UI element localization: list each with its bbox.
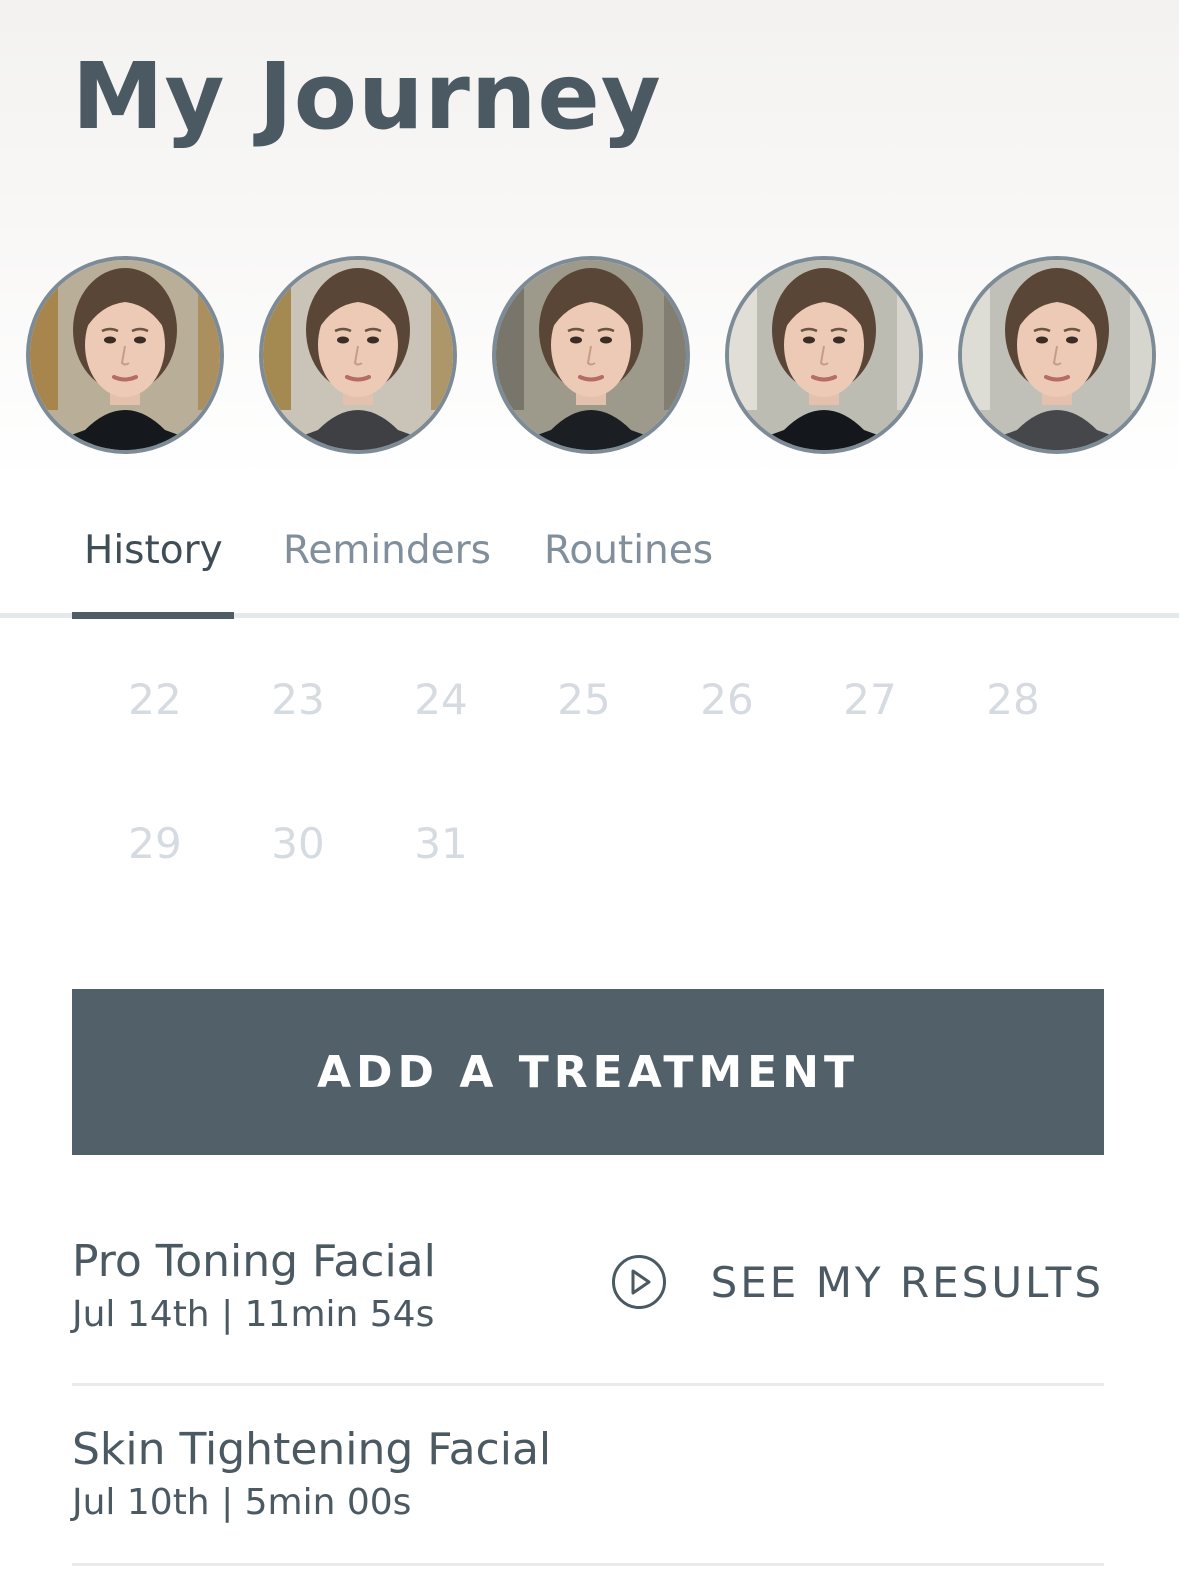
treatment-name: Skin Tightening Facial [72, 1424, 552, 1475]
calendar-day[interactable]: 24 [391, 675, 491, 724]
see-my-results-button[interactable]: SEE MY RESULTS [611, 1254, 1104, 1310]
list-divider [72, 1563, 1104, 1566]
portrait-image [729, 260, 919, 450]
see-my-results-label: SEE MY RESULTS [710, 1257, 1104, 1307]
calendar-day[interactable]: 29 [105, 819, 205, 868]
page-title: My Journey [72, 43, 662, 150]
photo-strip [0, 256, 1179, 456]
calendar-day[interactable]: 25 [534, 675, 634, 724]
tab-routines[interactable]: Routines [544, 528, 713, 573]
portrait-image [962, 260, 1152, 450]
calendar-day[interactable]: 26 [677, 675, 777, 724]
list-divider [72, 1383, 1104, 1386]
active-tab-indicator [72, 612, 234, 619]
tab-reminders[interactable]: Reminders [283, 528, 491, 573]
progress-photo-3[interactable] [492, 256, 690, 454]
portrait-image [263, 260, 453, 450]
progress-photo-4[interactable] [725, 256, 923, 454]
tab-history[interactable]: History [84, 528, 223, 573]
treatment-item[interactable]: Skin Tightening Facial Jul 10th | 5min 0… [72, 1424, 1104, 1534]
portrait-image [496, 260, 686, 450]
calendar-day[interactable]: 22 [105, 675, 205, 724]
progress-photo-5[interactable] [958, 256, 1156, 454]
portrait-image [30, 260, 220, 450]
add-treatment-button[interactable]: ADD A TREATMENT [72, 989, 1104, 1155]
progress-photo-2[interactable] [259, 256, 457, 454]
play-icon [611, 1255, 666, 1309]
treatment-meta: Jul 10th | 5min 00s [72, 1481, 412, 1523]
tab-bar: History Reminders Routines [0, 500, 1179, 620]
calendar-day[interactable]: 28 [963, 675, 1063, 724]
calendar-day[interactable]: 23 [248, 675, 348, 724]
calendar: 22 23 24 25 26 27 28 29 30 31 [0, 640, 1179, 940]
calendar-day[interactable]: 31 [391, 819, 491, 868]
progress-photo-1[interactable] [26, 256, 224, 454]
calendar-day[interactable]: 27 [820, 675, 920, 724]
calendar-day[interactable]: 30 [248, 819, 348, 868]
treatment-item[interactable]: Pro Toning Facial Jul 14th | 11min 54s S… [72, 1236, 1104, 1366]
